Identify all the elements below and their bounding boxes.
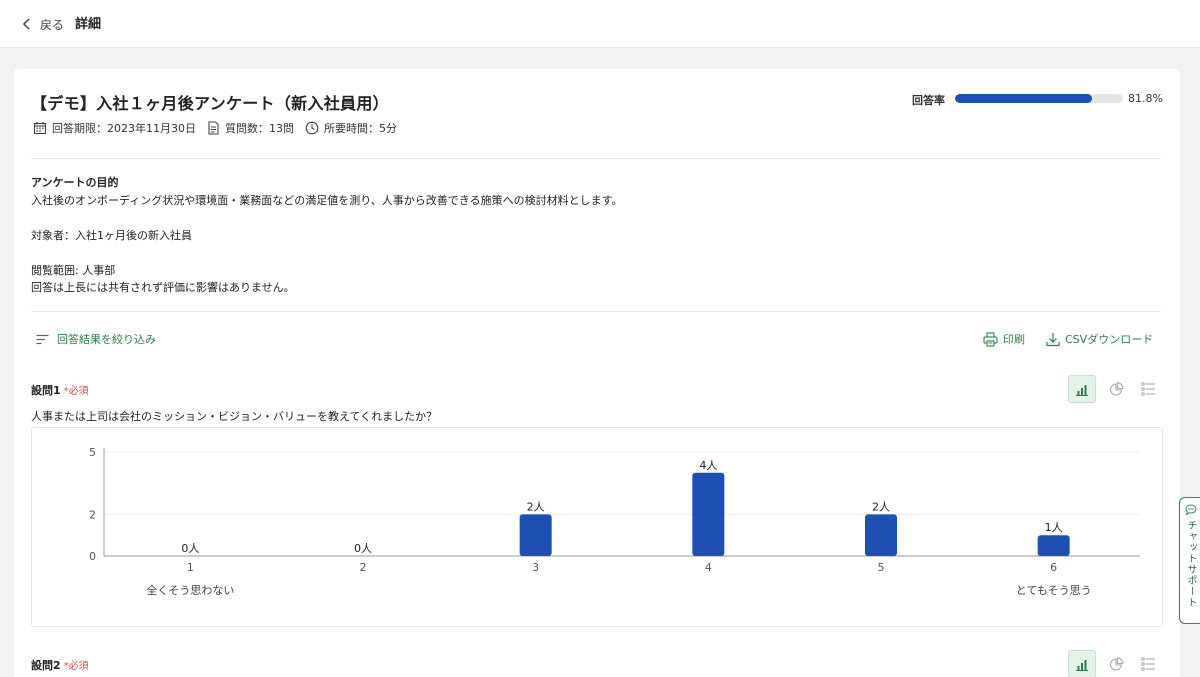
bar-value-label: 4人 <box>699 459 717 472</box>
response-rate-value: 81.8% <box>1128 92 1163 105</box>
top-bar: 戻る 詳細 <box>0 0 1200 48</box>
bar <box>692 472 725 556</box>
chat-support-label: チャットサポート <box>1185 520 1196 608</box>
bar <box>519 514 552 556</box>
scale-min-label: 全くそう思わない <box>146 583 234 597</box>
csv-download-button[interactable]: CSVダウンロード <box>1046 331 1153 347</box>
chat-support-tab[interactable]: チャットサポート <box>1179 497 1200 624</box>
list-view-button[interactable] <box>1134 375 1162 403</box>
x-tick-label: 3 <box>532 561 539 574</box>
chat-bubble-icon <box>1184 504 1197 516</box>
survey-detail-card: 【デモ】入社１ヶ月後アンケート（新入社員用） 回答期限：2023年11月30日 … <box>14 69 1180 677</box>
question-1-text: 人事または上司は会社のミッション・ビジョン・バリューを教えてくれましたか？ <box>31 410 438 423</box>
csv-download-label: CSVダウンロード <box>1065 333 1154 346</box>
filter-lines-icon <box>36 334 49 344</box>
duration-info: 所要時間：5分 <box>305 120 397 136</box>
question-number: 設問1 <box>31 384 61 397</box>
deadline-info: 回答期限：2023年11月30日 <box>33 120 196 136</box>
question-count-info: 質問数：13問 <box>207 120 294 136</box>
y-tick-label: 0 <box>89 550 96 563</box>
survey-meta: 回答期限：2023年11月30日 質問数：13問 所要時間：5分 <box>33 120 408 136</box>
y-tick-label: 2 <box>89 508 96 521</box>
bar-chart-view-button[interactable] <box>1068 375 1096 403</box>
pie-chart-view-button[interactable] <box>1102 650 1130 677</box>
back-label: 戻る <box>40 17 65 32</box>
question-1-label: 設問1 *必須 <box>31 382 89 398</box>
filter-results-label: 回答結果を絞り込み <box>57 333 156 346</box>
filter-results-button[interactable]: 回答結果を絞り込み <box>36 331 156 347</box>
chevron-left-icon <box>22 18 30 30</box>
bar-value-label: 1人 <box>1045 521 1063 534</box>
required-badge: *必須 <box>63 661 89 672</box>
clock-icon <box>305 121 319 135</box>
question-count-text: 質問数：13問 <box>225 122 294 135</box>
survey-title: 【デモ】入社１ヶ月後アンケート（新入社員用） <box>31 94 389 113</box>
download-icon <box>1046 332 1060 346</box>
list-icon <box>1140 382 1155 396</box>
bar-chart-icon <box>1076 659 1088 671</box>
bar-chart: 0 2 5 0人 1 0人 2 2人 3 4人 4 2人 5 1人 6 全くそう思わない とてもそう思う <box>89 446 1140 597</box>
question-1-chart: 0 2 5 0人 1 0人 2 2人 3 4人 4 2人 5 1人 6 全くそう思わない とてもそう思う <box>31 427 1163 627</box>
scope-text: 閲覧範囲: 人事部 <box>31 263 116 277</box>
document-icon <box>208 121 219 135</box>
bar <box>1037 535 1070 556</box>
divider <box>31 311 1161 312</box>
purpose-heading: アンケートの目的 <box>31 176 119 189</box>
question-2-label: 設問2 *必須 <box>31 657 89 673</box>
deadline-text: 回答期限：2023年11月30日 <box>52 122 196 135</box>
response-rate-fill <box>955 94 1093 103</box>
question-number: 設問2 <box>31 659 61 672</box>
target-text: 対象者：入社1ヶ月後の新入社員 <box>31 228 192 242</box>
print-label: 印刷 <box>1003 333 1025 346</box>
bar-chart-view-button[interactable] <box>1068 650 1096 677</box>
bar-value-label: 2人 <box>872 500 890 513</box>
bar-value-label: 0人 <box>354 542 372 555</box>
purpose-text: 入社後のオンボーディング状況や環境面・業務面などの満足値を測り、人事から改善でき… <box>31 193 623 207</box>
pie-chart-view-button[interactable] <box>1102 375 1130 403</box>
purpose-section: アンケートの目的 入社後のオンボーディング状況や環境面・業務面などの満足値を測り… <box>31 174 622 297</box>
back-button[interactable]: 戻る <box>22 14 64 34</box>
x-tick-label: 6 <box>1050 561 1057 574</box>
duration-text: 所要時間：5分 <box>324 122 397 135</box>
divider <box>31 158 1161 159</box>
page-title: 詳細 <box>75 17 102 32</box>
bar <box>865 514 897 556</box>
printer-icon <box>983 331 998 347</box>
calendar-icon <box>33 122 47 135</box>
required-badge: *必須 <box>63 386 89 397</box>
list-icon <box>1140 657 1155 671</box>
x-tick-label: 1 <box>187 561 194 574</box>
notice-text: 回答は上長には共有されず評価に影響はありません。 <box>31 281 295 294</box>
bar-chart-icon <box>1076 384 1088 396</box>
pie-chart-icon <box>1109 656 1123 671</box>
bar-value-label: 0人 <box>181 542 199 555</box>
response-rate-bar <box>955 94 1123 103</box>
response-rate-label: 回答率 <box>912 94 945 107</box>
y-tick-label: 5 <box>89 446 96 459</box>
x-tick-label: 5 <box>878 561 885 574</box>
scale-max-label: とてもそう思う <box>1016 584 1092 597</box>
x-tick-label: 4 <box>705 561 712 574</box>
list-view-button[interactable] <box>1134 650 1162 677</box>
pie-chart-icon <box>1109 381 1123 396</box>
x-tick-label: 2 <box>360 561 367 574</box>
print-button[interactable]: 印刷 <box>983 331 1025 347</box>
bar-value-label: 2人 <box>527 500 545 513</box>
